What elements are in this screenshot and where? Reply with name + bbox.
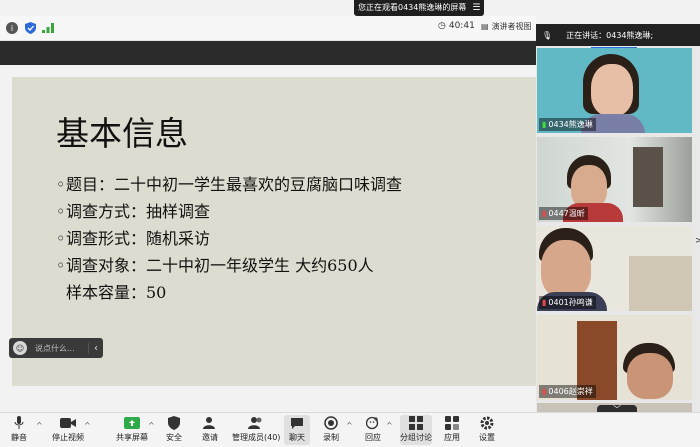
breakout-rooms-icon (407, 415, 425, 431)
speaker-indicator: 🎙 正在讲话：0434熊逸琳; (536, 24, 700, 46)
menu-icon[interactable]: ☰ (472, 0, 480, 16)
share-header-bar (0, 41, 536, 65)
chevron-up-icon[interactable]: ^ (386, 421, 393, 430)
apps-button[interactable]: 应用 (443, 415, 461, 445)
bullet-dot: ◦ (56, 175, 66, 194)
banner-text: 您正在观看0434熊逸琳的屏幕 (358, 3, 467, 12)
screen-share-banner[interactable]: 您正在观看0434熊逸琳的屏幕 ☰ (354, 0, 484, 16)
settings-button[interactable]: 设置 (478, 415, 496, 445)
slide-bullet: ◦调查方式：抽样调查 (56, 198, 402, 225)
video-camera-icon (59, 415, 77, 431)
participant-face (627, 353, 673, 399)
shield-icon[interactable] (24, 22, 36, 34)
microphone-muted-icon: ▮ (542, 298, 547, 307)
video-tile[interactable]: ▮ 0434熊逸琳 (537, 48, 692, 133)
participant-face (541, 240, 591, 298)
video-tile[interactable]: ▮ 0406赵崇祥 (537, 315, 692, 400)
background-object (633, 147, 663, 207)
chat-quick-input[interactable]: ☺ 说点什么... ‹ (9, 338, 103, 358)
tile-label: ▮ 0434熊逸琳 (539, 118, 596, 131)
chat-icon (288, 415, 306, 431)
manage-participants-button[interactable]: 管理成员(40) (232, 415, 280, 445)
microphone-on-icon: ▮ (542, 120, 547, 129)
bullet-dot: ◦ (56, 256, 66, 275)
slide-title: 基本信息 (56, 114, 188, 153)
presenter-view-button[interactable]: ▤ 演讲者视图 (481, 21, 532, 32)
timer-text: 40:41 (448, 21, 475, 31)
microphone-icon (10, 415, 28, 431)
smiley-plus-icon (364, 415, 382, 431)
tile-label: ▮ 0447温昕 (539, 207, 588, 220)
meeting-top-bar: i ◷ 40:41 ▤ 演讲者视图 (0, 16, 536, 41)
microphone-muted-icon: ▮ (542, 209, 547, 218)
emoji-icon[interactable]: ☺ (13, 341, 27, 355)
add-user-icon (201, 415, 219, 431)
participant-face (591, 64, 633, 116)
slide-bullet: ◦题目：二十中初一学生最喜欢的豆腐脑口味调查 (56, 171, 402, 198)
chat-placeholder: 说点什么... (35, 343, 75, 353)
background-object (629, 256, 692, 311)
chevron-up-icon[interactable]: ^ (36, 421, 43, 430)
chevron-left-icon[interactable]: ‹ (88, 342, 103, 354)
microphone-icon: 🎙 (542, 30, 553, 40)
meeting-toolbar: 静音 ^ 停止视频 ^ 共享屏幕 ^ 安全 邀请 管理成员(40) 聊天 录制 … (0, 412, 700, 447)
apps-grid-icon (443, 415, 461, 431)
speaker-text: 正在讲话：0434熊逸琳; (566, 30, 654, 40)
share-screen-icon (123, 415, 141, 431)
security-button[interactable]: 安全 (165, 415, 183, 445)
tile-label: ▮ 0401孙鸣谦 (539, 296, 596, 309)
signal-icon[interactable] (42, 22, 54, 34)
bullet-dot: ◦ (56, 229, 66, 248)
invite-button[interactable]: 邀请 (201, 415, 219, 445)
chevron-up-icon[interactable]: ^ (148, 421, 155, 430)
mute-button[interactable]: 静音 (10, 415, 28, 445)
chat-button[interactable]: 聊天 (284, 415, 310, 445)
shield-icon (165, 415, 183, 431)
chevron-up-icon[interactable]: ^ (346, 421, 353, 430)
info-icon[interactable]: i (6, 22, 18, 34)
reactions-button[interactable]: 回应 (364, 415, 382, 445)
video-tile[interactable]: ▮ 0447温昕 (537, 137, 692, 222)
record-button[interactable]: 录制 (322, 415, 340, 445)
bullet-dot: ◦ (56, 202, 66, 221)
participants-icon (247, 415, 265, 431)
slide-bullet: ◦调查对象：二十中初一年级学生 大约650人 (56, 252, 402, 279)
presenter-view-label: 演讲者视图 (491, 22, 532, 31)
chevron-up-icon[interactable]: ^ (84, 421, 91, 430)
gear-icon (478, 415, 496, 431)
scroll-indicator[interactable]: > (695, 236, 700, 246)
breakout-rooms-button[interactable]: 分组讨论 (400, 415, 432, 445)
slide-sub-line: 样本容量：50 (66, 283, 167, 302)
tile-label: ▮ 0406赵崇祥 (539, 385, 596, 398)
slide-bullets: ◦题目：二十中初一学生最喜欢的豆腐脑口味调查 ◦调查方式：抽样调查 ◦调查形式：… (56, 171, 402, 306)
video-tile[interactable]: ▮ 0401孙鸣谦 (537, 226, 692, 311)
meeting-timer: ◷ 40:41 (438, 21, 475, 31)
clock-icon: ◷ (438, 21, 446, 31)
microphone-muted-icon: ▮ (542, 387, 547, 396)
slide-bullet: ◦调查形式：随机采访 (56, 225, 402, 252)
stop-video-button[interactable]: 停止视频 (52, 415, 84, 445)
record-icon (322, 415, 340, 431)
share-screen-button[interactable]: 共享屏幕 (116, 415, 148, 445)
grid-view-icon: ▤ (481, 22, 489, 31)
